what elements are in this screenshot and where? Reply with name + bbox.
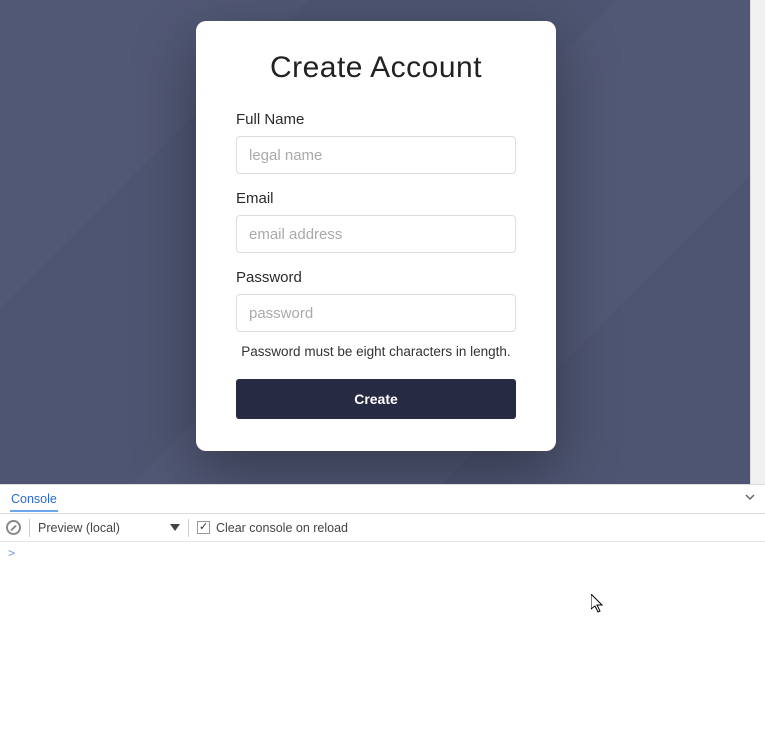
create-button[interactable]: Create xyxy=(236,379,516,419)
password-label: Password xyxy=(236,269,516,286)
card-title: Create Account xyxy=(236,51,516,85)
console-toolbar: Preview (local) Clear console on reload xyxy=(0,514,765,542)
password-input[interactable] xyxy=(236,294,516,332)
context-selector[interactable]: Preview (local) xyxy=(38,521,180,535)
toolbar-divider xyxy=(188,519,189,537)
clear-on-reload-label: Clear console on reload xyxy=(216,521,348,535)
context-selector-label: Preview (local) xyxy=(38,521,120,535)
clear-console-icon[interactable] xyxy=(6,520,21,535)
field-group-password: Password xyxy=(236,269,516,332)
password-helper-text: Password must be eight characters in len… xyxy=(236,344,516,359)
console-tab[interactable]: Console xyxy=(10,486,58,512)
email-input[interactable] xyxy=(236,215,516,253)
console-tab-bar: Console xyxy=(0,484,765,514)
devtools-console-panel: Console Preview (local) Clear console on… xyxy=(0,484,765,722)
clear-on-reload-checkbox[interactable]: Clear console on reload xyxy=(197,521,348,535)
fullname-label: Full Name xyxy=(236,111,516,128)
field-group-fullname: Full Name xyxy=(236,111,516,174)
checkbox-icon xyxy=(197,521,210,534)
chevron-down-icon[interactable] xyxy=(743,490,757,509)
triangle-down-icon xyxy=(170,524,180,531)
field-group-email: Email xyxy=(236,190,516,253)
fullname-input[interactable] xyxy=(236,136,516,174)
vertical-scrollbar[interactable] xyxy=(751,0,765,484)
app-preview-pane: Create Account Full Name Email Password … xyxy=(0,0,751,484)
email-label: Email xyxy=(236,190,516,207)
console-prompt: > xyxy=(8,546,15,560)
create-account-card: Create Account Full Name Email Password … xyxy=(196,21,556,451)
toolbar-divider xyxy=(29,519,30,537)
console-body[interactable]: > xyxy=(0,542,765,722)
